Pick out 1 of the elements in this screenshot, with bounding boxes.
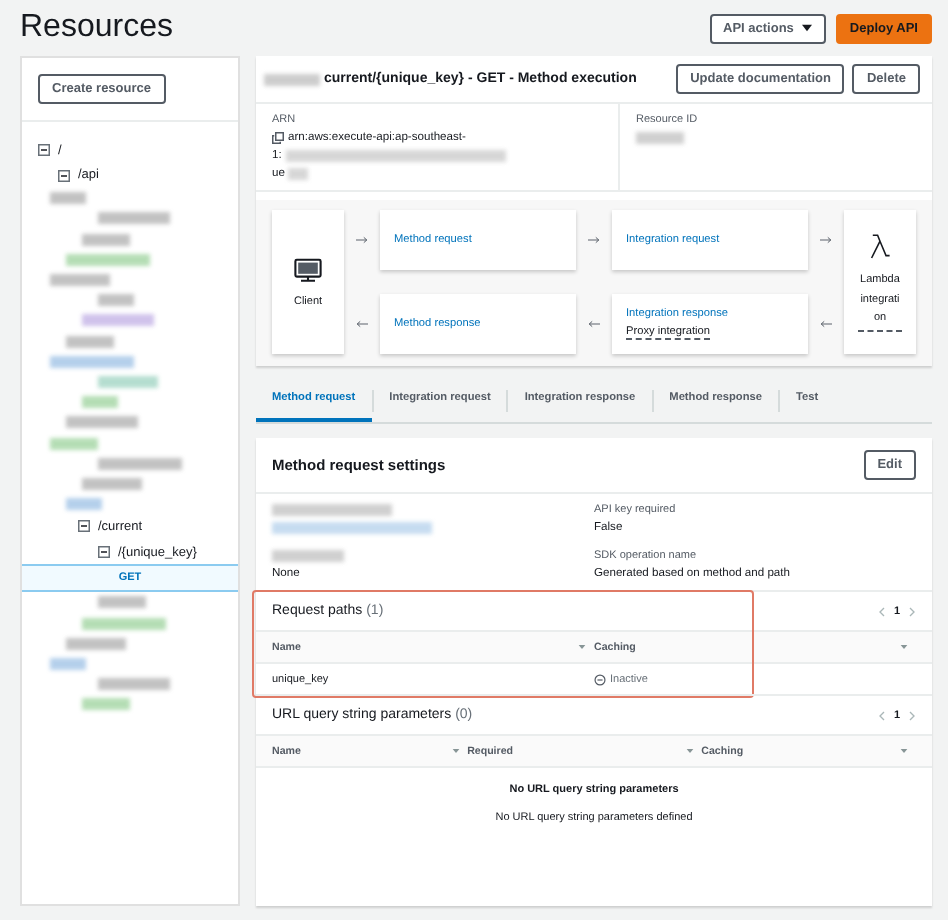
page-title: Resources [20,10,173,46]
